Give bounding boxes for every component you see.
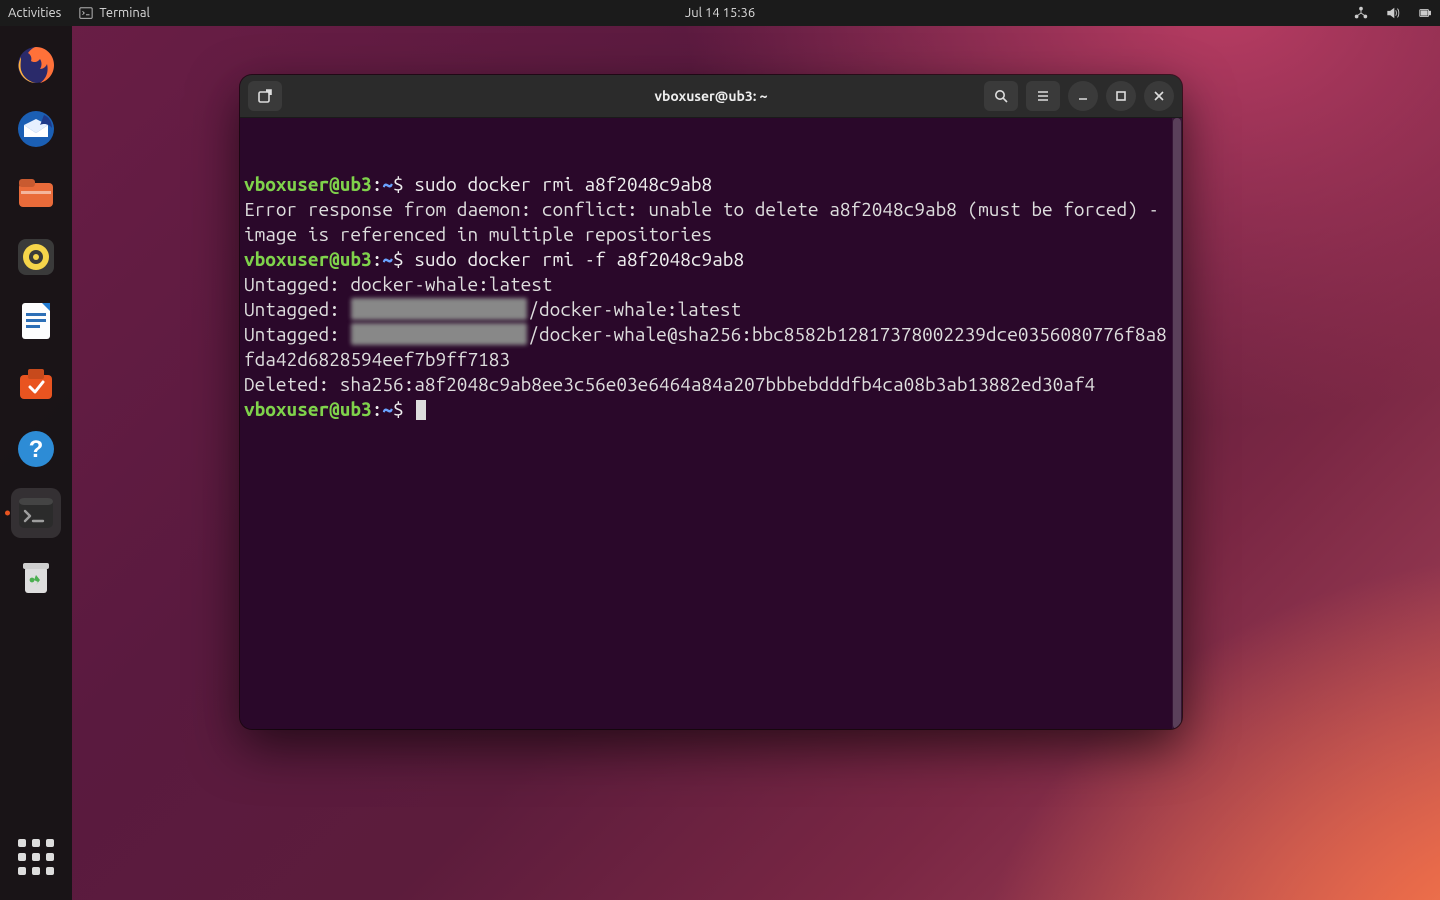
terminal-output-line: Untagged: /docker-whale:latest	[244, 297, 1176, 322]
cursor	[416, 400, 426, 420]
dock-firefox[interactable]	[11, 40, 61, 90]
new-tab-button[interactable]	[248, 81, 282, 111]
topbar-app-indicator[interactable]: Terminal	[79, 6, 150, 20]
terminal-scrollbar[interactable]	[1172, 118, 1182, 729]
dock-ubuntu-software[interactable]	[11, 360, 61, 410]
terminal-titlebar[interactable]: vboxuser@ub3: ~	[240, 75, 1182, 118]
terminal-output-line: Untagged: docker-whale:latest	[244, 272, 1176, 297]
activities-button[interactable]: Activities	[8, 6, 61, 20]
volume-icon	[1386, 6, 1400, 20]
clock-label: Jul 14 15:36	[685, 6, 755, 20]
topbar-app-label: Terminal	[99, 6, 150, 20]
network-wired-icon	[1354, 6, 1368, 20]
terminal-title: vboxuser@ub3: ~	[655, 88, 768, 104]
dock-libreoffice-writer[interactable]	[11, 296, 61, 346]
search-button[interactable]	[984, 81, 1018, 111]
dock-help[interactable]: ?	[11, 424, 61, 474]
dock-trash[interactable]	[11, 552, 61, 602]
clock[interactable]: Jul 14 15:36	[685, 6, 755, 20]
close-button[interactable]	[1144, 81, 1174, 111]
terminal-command-line: vboxuser@ub3:~$ sudo docker rmi a8f2048c…	[244, 172, 1176, 197]
terminal-content[interactable]: vboxuser@ub3:~$ sudo docker rmi a8f2048c…	[240, 118, 1182, 729]
activities-label: Activities	[8, 6, 61, 20]
terminal-command-line: vboxuser@ub3:~$	[244, 397, 1176, 422]
redacted-text	[351, 323, 527, 345]
maximize-button[interactable]	[1106, 81, 1136, 111]
terminal-output-line: Error response from daemon: conflict: un…	[244, 197, 1176, 247]
terminal-output-line: Untagged: /docker-whale@sha256:bbc8582b1…	[244, 322, 1176, 372]
svg-text:?: ?	[29, 436, 44, 463]
dock-files[interactable]	[11, 168, 61, 218]
terminal-command-line: vboxuser@ub3:~$ sudo docker rmi -f a8f20…	[244, 247, 1176, 272]
minimize-button[interactable]	[1068, 81, 1098, 111]
dock-thunderbird[interactable]	[11, 104, 61, 154]
dock-terminal[interactable]	[11, 488, 61, 538]
terminal-window: vboxuser@ub3: ~ vboxuser@ub3:~$ sudo doc…	[240, 75, 1182, 729]
terminal-icon	[79, 6, 93, 20]
top-bar: Activities Terminal Jul 14 15:36	[0, 0, 1440, 26]
terminal-output-line: Deleted: sha256:a8f2048c9ab8ee3c56e03e64…	[244, 372, 1176, 397]
redacted-text	[351, 298, 527, 320]
battery-icon	[1418, 6, 1432, 20]
dock: ?	[0, 26, 72, 900]
system-status-area[interactable]	[1354, 6, 1432, 20]
menu-button[interactable]	[1026, 81, 1060, 111]
show-applications-button[interactable]	[11, 832, 61, 882]
dock-rhythmbox[interactable]	[11, 232, 61, 282]
